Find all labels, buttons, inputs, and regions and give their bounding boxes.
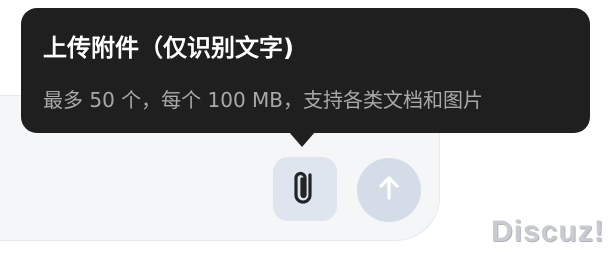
send-button[interactable] <box>357 158 421 222</box>
attachment-tooltip: 上传附件（仅识别文字) 最多 50 个，每个 100 MB，支持各类文档和图片 <box>21 8 590 133</box>
tooltip-title: 上传附件（仅识别文字) <box>43 34 294 62</box>
tooltip-arrow <box>289 132 315 147</box>
paperclip-icon <box>288 168 322 210</box>
attach-button[interactable] <box>273 157 337 221</box>
arrow-up-icon <box>376 174 402 206</box>
watermark: Discuz! <box>491 215 605 248</box>
tooltip-subtitle: 最多 50 个，每个 100 MB，支持各类文档和图片 <box>43 88 484 112</box>
upload-tooltip-screen: 上传附件（仅识别文字) 最多 50 个，每个 100 MB，支持各类文档和图片 … <box>0 0 613 255</box>
